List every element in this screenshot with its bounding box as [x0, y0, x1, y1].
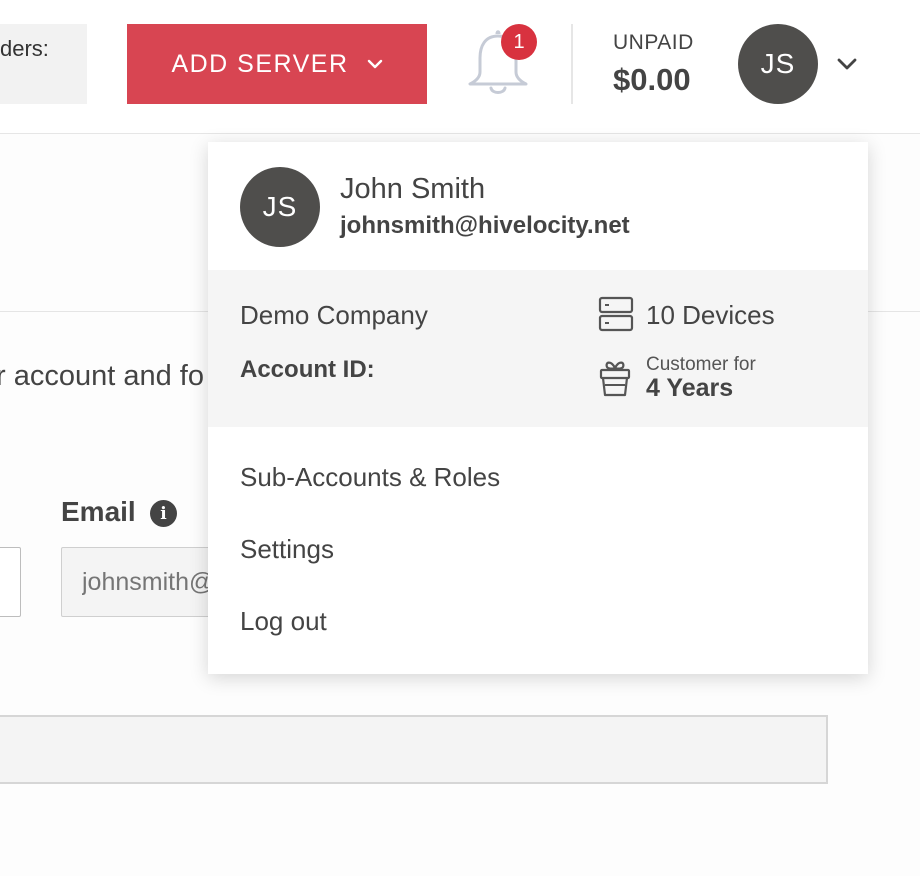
unpaid-amount[interactable]: $0.00 — [613, 62, 691, 98]
chevron-down-icon[interactable] — [836, 56, 858, 72]
add-server-label: ADD SERVER — [171, 49, 349, 78]
text-field[interactable] — [0, 715, 828, 784]
orders-filter[interactable]: ders: — [0, 24, 87, 104]
menu-item-settings[interactable]: Settings — [240, 534, 334, 565]
name-field[interactable] — [0, 547, 21, 617]
menu-item-logout[interactable]: Log out — [240, 606, 327, 637]
chevron-down-icon — [367, 59, 382, 69]
header-divider — [571, 24, 573, 104]
gift-icon — [599, 361, 631, 397]
page: ders: ADD SERVER 1 UNPAID $0.00 JS r acc… — [0, 0, 920, 876]
user-email: johnsmith@hivelocity.net — [340, 212, 630, 239]
user-name: John Smith — [340, 173, 486, 205]
unpaid-label: UNPAID — [613, 31, 694, 54]
device-count: 10 Devices — [646, 300, 775, 330]
top-header: ders: ADD SERVER 1 UNPAID $0.00 JS — [0, 0, 920, 134]
email-label: Email — [61, 496, 136, 527]
menu-item-sub-accounts[interactable]: Sub-Accounts & Roles — [240, 462, 500, 493]
notification-badge: 1 — [501, 24, 537, 60]
notifications-button[interactable]: 1 — [465, 24, 537, 98]
orders-label: ders: — [0, 36, 49, 61]
account-dropdown: JS John Smith johnsmith@hivelocity.net D… — [208, 142, 868, 674]
customer-duration: 4 Years — [646, 374, 734, 402]
account-id-label: Account ID: — [240, 356, 375, 383]
intro-text: r account and fo — [0, 360, 204, 392]
server-icon — [598, 296, 634, 332]
customer-for-label: Customer for — [646, 354, 756, 375]
add-server-button[interactable]: ADD SERVER — [127, 24, 427, 104]
company-name: Demo Company — [240, 300, 428, 330]
info-icon[interactable]: i — [150, 500, 177, 527]
avatar: JS — [240, 167, 320, 247]
account-info-panel: Demo Company Account ID: 10 Devices Cust… — [208, 270, 868, 427]
user-avatar-button[interactable]: JS — [738, 24, 818, 104]
